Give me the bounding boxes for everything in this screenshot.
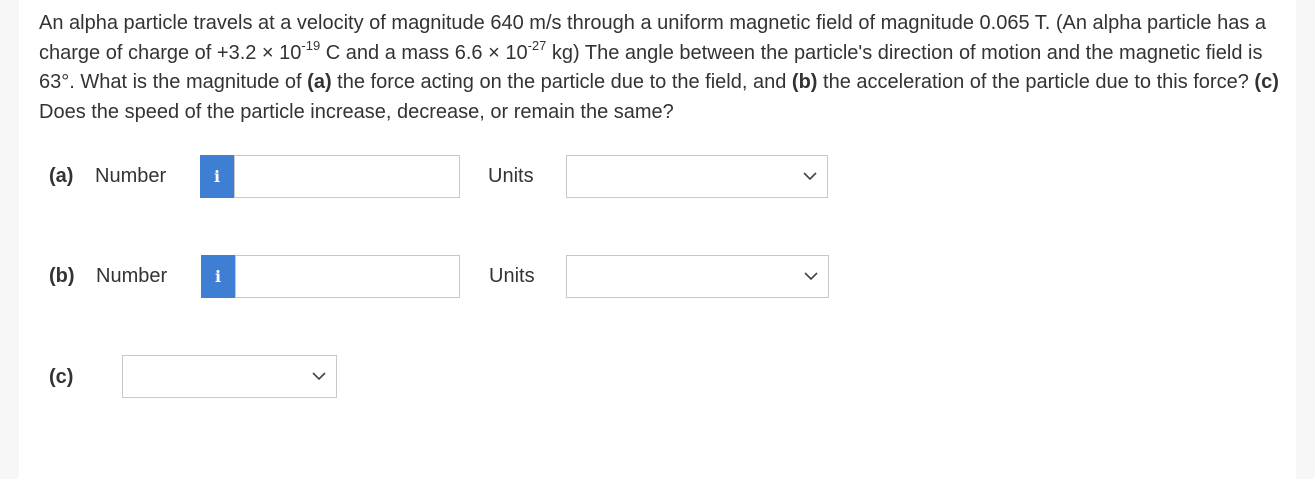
question-sentence-6: Does the speed of the particle increase,… — [39, 100, 674, 123]
part-a-number-input[interactable] — [234, 155, 460, 198]
question-sentence-5: the acceleration of the particle due to … — [817, 71, 1255, 93]
question-part-a-ref: (a) — [307, 71, 332, 93]
part-a-units-select[interactable] — [566, 155, 828, 198]
part-b-units-select[interactable] — [566, 255, 829, 298]
part-a-number-label: Number — [95, 165, 167, 187]
part-a-label: (a) — [49, 165, 74, 187]
part-a-info-icon[interactable]: i — [200, 155, 234, 198]
question-part-c-ref: (c) — [1254, 71, 1279, 93]
question-card: An alpha particle travels at a velocity … — [19, 0, 1296, 479]
chevron-down-icon — [804, 272, 818, 281]
chevron-down-icon — [803, 172, 817, 181]
mass-exponent: -27 — [527, 37, 547, 53]
question-sentence-2: C and a mass 6.6 × 10 — [320, 41, 528, 64]
charge-exponent: -19 — [301, 37, 321, 53]
part-b-number-label: Number — [96, 265, 168, 287]
part-c-label: (c) — [49, 366, 74, 388]
question-sentence-4: the force acting on the particle due to … — [331, 71, 792, 93]
part-b-units-label: Units — [489, 265, 535, 287]
question-text: An alpha particle travels at a velocity … — [39, 9, 1284, 127]
part-a-units-label: Units — [488, 165, 534, 187]
part-b-number-input[interactable] — [235, 255, 460, 298]
part-c-select[interactable] — [122, 355, 337, 398]
question-part-b-ref: (b) — [791, 71, 818, 93]
part-b-info-icon[interactable]: i — [201, 255, 235, 298]
chevron-down-icon — [312, 372, 326, 381]
part-b-label: (b) — [49, 265, 75, 287]
